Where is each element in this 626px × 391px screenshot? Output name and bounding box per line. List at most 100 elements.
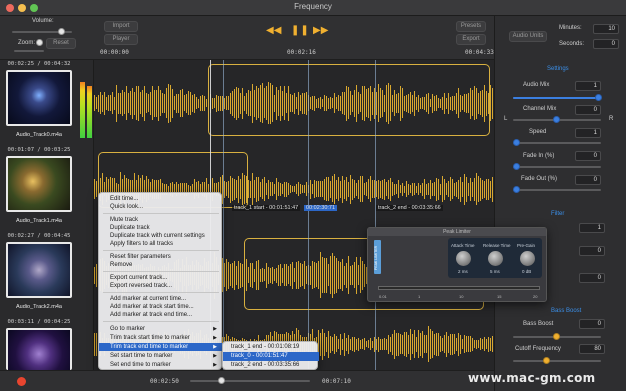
waveform-sample (402, 183, 403, 196)
channel-mix-knob[interactable] (553, 116, 560, 123)
marker-line[interactable] (223, 60, 224, 370)
menu-item-duplicate-with-settings[interactable]: Duplicate track with current settings (99, 232, 223, 240)
menu-item-add-marker-start[interactable]: Add marker at track start time... (99, 303, 223, 311)
speed-knob[interactable] (513, 139, 520, 146)
clip-thumbnail[interactable] (6, 156, 72, 212)
fade-in-input[interactable]: 0 (575, 151, 601, 161)
menu-item-remove[interactable]: Remove (99, 261, 223, 269)
menu-item-edit-time[interactable]: Edit time... (99, 195, 223, 203)
track-region[interactable] (208, 64, 490, 136)
fast-forward-icon[interactable]: ▶▶ (313, 25, 328, 36)
marker-line[interactable] (308, 60, 309, 370)
marker-label-selected[interactable]: 00:02:30:71 (304, 205, 338, 211)
waveform-sample (474, 178, 475, 201)
waveform-sample (404, 186, 405, 193)
submenu-item-marker[interactable]: track_1 end - 00:01:08:19 (223, 343, 319, 352)
pause-icon[interactable]: ❚❚ (291, 25, 310, 36)
waveform-sample (182, 89, 183, 117)
waveform-sample (200, 96, 201, 111)
volume-slider-knob[interactable] (58, 28, 65, 35)
menu-item-apply-filters[interactable]: Apply filters to all tracks (99, 240, 223, 248)
menu-item-quick-look[interactable]: Quick look... (99, 203, 223, 211)
menu-item-mute-track[interactable]: Mute track (99, 216, 223, 224)
audio-mix-knob[interactable] (595, 94, 602, 101)
fade-out-input[interactable]: 0 (575, 175, 601, 185)
peak-limiter-title[interactable]: Peak Limiter (368, 228, 546, 236)
export-button[interactable]: Export (456, 34, 486, 45)
bass-boost-input[interactable]: 0 (579, 319, 605, 329)
submenu-item-marker[interactable]: track_2 end - 00:03:35:66 (223, 361, 319, 370)
cutoff-frequency-slider[interactable] (513, 360, 601, 362)
waveform-sample (382, 339, 383, 350)
seconds-input[interactable]: 0 (593, 39, 619, 49)
zoom-slider[interactable] (14, 50, 44, 52)
menu-item-add-marker-end[interactable]: Add marker at track end time... (99, 311, 223, 319)
import-button[interactable]: Import (104, 21, 138, 32)
menu-item-set-start[interactable]: Set start time to marker ▶ (99, 352, 223, 360)
rewind-icon[interactable]: ◀◀ (266, 25, 281, 36)
reset-button[interactable]: Reset (46, 38, 76, 49)
fade-out-slider[interactable] (513, 189, 601, 191)
cutoff-frequency-input[interactable]: 80 (579, 344, 605, 354)
waveform-sample (490, 338, 491, 351)
release-time-knob[interactable] (488, 251, 503, 266)
clip-thumbnail[interactable] (6, 242, 72, 298)
fade-in-knob[interactable] (513, 163, 520, 170)
filter-input-3[interactable]: 0 (579, 273, 605, 283)
menu-item-add-marker-current[interactable]: Add marker at current time... (99, 295, 223, 303)
waveform-sample (348, 335, 349, 354)
channel-mix-input[interactable]: 0 (575, 105, 601, 115)
menu-item-export-current[interactable]: Export current track... (99, 274, 223, 282)
waveform-sample (180, 90, 181, 117)
cutoff-frequency-knob[interactable] (543, 357, 550, 364)
menu-item-go-to-marker[interactable]: Go to marker ▶ (99, 325, 223, 333)
speed-slider[interactable] (513, 142, 601, 144)
submenu-item-marker-selected[interactable]: track_0 - 00:01:51:47 (223, 352, 319, 361)
waveform-sample (128, 93, 129, 113)
audio-mix-input[interactable]: 1 (575, 81, 601, 91)
fade-in-slider[interactable] (513, 166, 601, 168)
presets-button[interactable]: Presets (456, 21, 486, 32)
waveform-sample (126, 86, 127, 120)
waveform-sample (288, 183, 289, 195)
waveform-sample (194, 94, 195, 113)
marker-label[interactable]: track_1 start - 00:01:51:47 (232, 205, 301, 211)
position-slider[interactable] (190, 380, 310, 382)
waveform-sample (450, 334, 451, 355)
pre-gain-knob[interactable] (520, 251, 535, 266)
waveform-sample (378, 337, 379, 352)
minutes-input[interactable]: 10 (593, 24, 619, 34)
fade-out-knob[interactable] (513, 186, 520, 193)
clip-thumbnail[interactable] (6, 70, 72, 126)
speed-input[interactable]: 1 (575, 128, 601, 138)
menu-item-export-reversed[interactable]: Export reversed track... (99, 282, 223, 290)
cutoff-frequency-label: Cutoff Frequency (515, 346, 561, 352)
waveform-sample (382, 180, 383, 199)
menu-item-trim-end[interactable]: Trim track end time to marker ▶ (99, 343, 223, 351)
attack-time-knob[interactable] (456, 251, 471, 266)
audio-units-button[interactable]: Audio Units (509, 31, 547, 42)
position-slider-knob[interactable] (218, 377, 225, 384)
peak-limiter-window[interactable]: Peak Limiter PEAK LIMITER Attack Time Re… (367, 227, 547, 302)
menu-item-trim-start[interactable]: Trim track start time to marker ▶ (99, 334, 223, 342)
filter-input[interactable]: 1 (579, 223, 605, 233)
player-button[interactable]: Player (104, 34, 138, 45)
clip-thumbnail[interactable] (6, 328, 72, 370)
menu-item-reset-filters[interactable]: Reset filter parameters (99, 253, 223, 261)
waveform-sample (422, 331, 423, 358)
waveform-sample (450, 177, 451, 201)
meter-tick: 15 (497, 294, 502, 299)
bass-boost-knob[interactable] (553, 333, 560, 340)
waveform-sample (152, 86, 153, 120)
waveform-sample (338, 339, 339, 349)
waveform-sample (438, 333, 439, 356)
waveform-sample (284, 182, 285, 197)
waveform-sample (456, 338, 457, 351)
record-button[interactable] (17, 377, 26, 386)
menu-item-duplicate-track[interactable]: Duplicate track (99, 224, 223, 232)
zoom-slider-knob[interactable] (36, 39, 43, 46)
marker-line[interactable] (375, 60, 376, 370)
filter-input-2[interactable]: 0 (579, 246, 605, 256)
menu-item-set-end[interactable]: Set end time to marker ▶ (99, 361, 223, 369)
marker-label[interactable]: track_2 end - 00:03:35:66 (376, 205, 443, 211)
